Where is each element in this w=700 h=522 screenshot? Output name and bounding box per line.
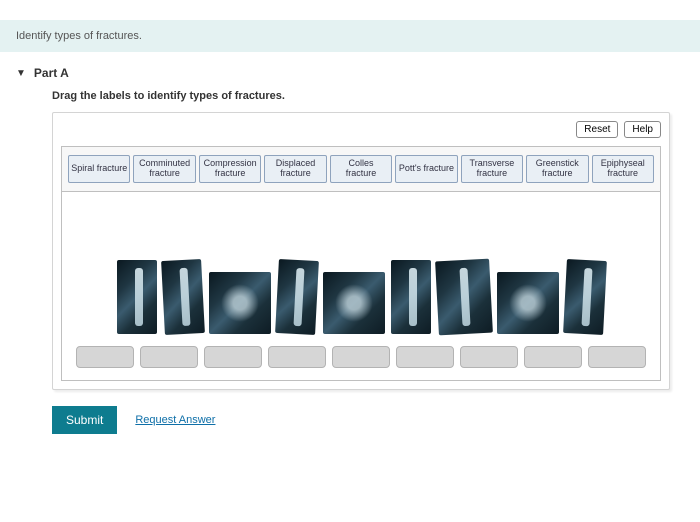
question-prompt: Drag the labels to identify types of fra… [0,86,700,112]
label-potts-fracture[interactable]: Pott's fracture [395,155,457,183]
label-transverse-fracture[interactable]: Transverse fracture [461,155,523,183]
label-displaced-fracture[interactable]: Displaced fracture [264,155,326,183]
xray-image-3 [209,272,271,334]
xray-images-row [70,252,652,334]
drop-slot-7[interactable] [460,346,518,368]
drag-drop-activity: Reset Help Spiral fracture Comminuted fr… [52,112,670,390]
reset-button[interactable]: Reset [576,121,618,138]
drop-slot-1[interactable] [76,346,134,368]
request-answer-link[interactable]: Request Answer [135,414,215,426]
action-row: Submit Request Answer [52,406,670,434]
xray-image-8 [497,272,559,334]
drop-slot-9[interactable] [588,346,646,368]
xray-image-9 [563,259,607,335]
part-header[interactable]: ▼ Part A [0,52,700,86]
label-spiral-fracture[interactable]: Spiral fracture [68,155,130,183]
xray-image-6 [391,260,431,334]
collapse-caret-icon: ▼ [16,68,26,79]
labels-tray: Spiral fracture Comminuted fracture Comp… [61,146,661,192]
drop-slot-2[interactable] [140,346,198,368]
drop-slot-6[interactable] [396,346,454,368]
dropzone-row [70,346,652,368]
xray-image-7 [435,259,493,336]
activity-controls: Reset Help [61,121,661,138]
drop-slot-8[interactable] [524,346,582,368]
xray-image-4 [275,259,319,335]
drop-slot-5[interactable] [332,346,390,368]
drop-slot-4[interactable] [268,346,326,368]
xray-image-5 [323,272,385,334]
label-epiphyseal-fracture[interactable]: Epiphyseal fracture [592,155,654,183]
xray-image-2 [161,259,205,335]
label-compression-fracture[interactable]: Compression fracture [199,155,261,183]
help-button[interactable]: Help [624,121,661,138]
xray-image-1 [117,260,157,334]
label-comminuted-fracture[interactable]: Comminuted fracture [133,155,195,183]
part-label: Part A [34,66,69,80]
assignment-instruction: Identify types of fractures. [0,20,700,52]
submit-button[interactable]: Submit [52,406,117,434]
label-greenstick-fracture[interactable]: Greenstick fracture [526,155,588,183]
figure-area [61,192,661,381]
label-colles-fracture[interactable]: Colles fracture [330,155,392,183]
drop-slot-3[interactable] [204,346,262,368]
